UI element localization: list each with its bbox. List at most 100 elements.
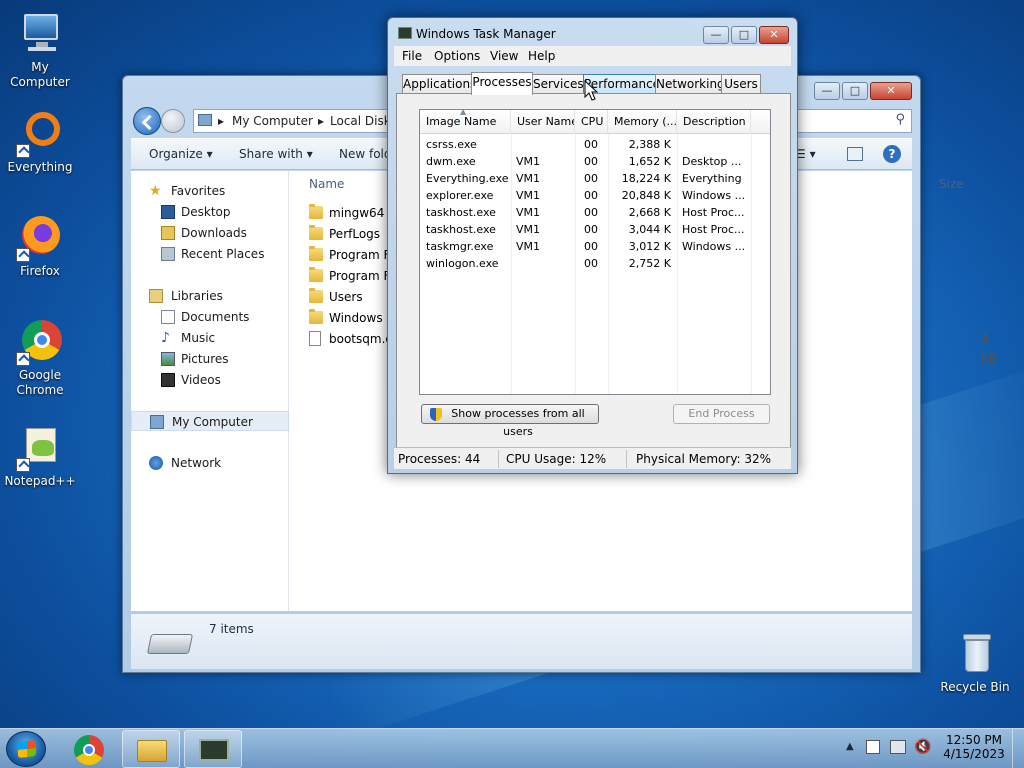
- nav-label: Videos: [181, 373, 221, 387]
- nav-recent-places[interactable]: Recent Places: [131, 244, 289, 264]
- start-button[interactable]: [6, 731, 46, 767]
- status-cpu-usage: CPU Usage: 12%: [506, 452, 607, 466]
- process-row[interactable]: dwm.exe VM1 00 1,652 K Desktop ...: [420, 153, 770, 170]
- desktop-icon-notepadpp[interactable]: Notepad++: [0, 424, 80, 489]
- column-header-name[interactable]: Name: [309, 177, 344, 191]
- show-hidden-icons-icon[interactable]: ▲: [846, 741, 854, 752]
- organize-button[interactable]: Organize ▾: [149, 147, 213, 161]
- process-row[interactable]: taskhost.exe VM1 00 3,044 K Host Proc...: [420, 221, 770, 238]
- process-memory: 18,224 K: [621, 172, 671, 185]
- nav-label: Pictures: [181, 352, 229, 366]
- status-divider: [626, 450, 627, 468]
- menu-help[interactable]: Help: [528, 49, 555, 63]
- taskbar-taskmgr-button[interactable]: [184, 730, 242, 768]
- explorer-minimize-button[interactable]: —: [814, 82, 840, 100]
- tab-networking[interactable]: Networking: [655, 74, 725, 94]
- clock-date: 4/15/2023: [943, 747, 1005, 761]
- column-user-name[interactable]: User Name: [511, 110, 575, 134]
- desktop-icon-recycle-bin[interactable]: Recycle Bin: [935, 630, 1015, 695]
- share-with-button[interactable]: Share with ▾: [239, 147, 313, 161]
- menu-view[interactable]: View: [490, 49, 518, 63]
- column-memory[interactable]: Memory (...: [608, 110, 677, 134]
- search-input[interactable]: ⚲: [792, 109, 912, 133]
- folder-icon: [309, 309, 323, 324]
- back-button[interactable]: [133, 107, 161, 135]
- process-memory: 2,752 K: [628, 257, 671, 270]
- column-description[interactable]: Description: [677, 110, 751, 134]
- file-name: Windows: [329, 311, 383, 325]
- breadcrumb-local-disk[interactable]: Local Disk: [330, 114, 391, 128]
- breadcrumb-sep-icon: ▸: [318, 114, 325, 128]
- action-center-icon[interactable]: [866, 740, 880, 754]
- column-header-size[interactable]: Size: [939, 177, 964, 191]
- nav-network[interactable]: Network: [131, 453, 289, 473]
- breadcrumb-my-computer[interactable]: My Computer: [232, 114, 313, 128]
- process-list[interactable]: Image Name User Name CPU Memory (... Des…: [419, 107, 771, 395]
- menu-options[interactable]: Options: [434, 49, 480, 63]
- tab-applications[interactable]: Applications: [402, 74, 476, 94]
- end-process-button[interactable]: End Process: [673, 404, 770, 424]
- process-cpu: 00: [584, 223, 598, 236]
- explorer-caption-buttons: — □ ✕: [812, 82, 912, 100]
- nav-videos[interactable]: Videos: [131, 370, 289, 390]
- clock[interactable]: 12:50 PM 4/15/2023: [940, 733, 1008, 761]
- taskmgr-minimize-button[interactable]: —: [703, 26, 729, 44]
- explorer-close-button[interactable]: ✕: [870, 82, 912, 100]
- volume-muted-icon[interactable]: 🔇: [914, 739, 931, 755]
- process-row[interactable]: csrss.exe 00 2,388 K: [420, 136, 770, 153]
- new-folder-button[interactable]: New fold: [339, 147, 392, 161]
- process-row[interactable]: explorer.exe VM1 00 20,848 K Windows ...: [420, 187, 770, 204]
- folder-icon: [309, 204, 323, 219]
- taskbar-explorer-button[interactable]: [122, 730, 180, 768]
- process-image: csrss.exe: [426, 138, 477, 151]
- desktop-icon-label: Google Chrome: [16, 368, 64, 397]
- view-options-icon[interactable]: ☰ ▾: [795, 147, 816, 161]
- desktop-icon-my-computer[interactable]: My Computer: [0, 10, 80, 90]
- nav-label: Network: [171, 456, 222, 470]
- task-manager-icon: [398, 27, 412, 39]
- desktop-icon-everything[interactable]: Everything: [0, 110, 80, 175]
- process-row[interactable]: Everything.exe VM1 00 18,224 K Everythin…: [420, 170, 770, 187]
- forward-button[interactable]: [161, 109, 185, 133]
- network-icon: [149, 456, 163, 470]
- address-bar[interactable]: ▸ My Computer ▸ Local Disk: [193, 109, 393, 133]
- show-all-processes-button[interactable]: Show processes from all users: [421, 404, 599, 438]
- window-title: Windows Task Manager: [416, 27, 556, 41]
- process-user: VM1: [516, 172, 541, 185]
- nav-documents[interactable]: Documents: [131, 307, 289, 327]
- process-memory: 3,044 K: [628, 223, 671, 236]
- network-tray-icon[interactable]: [890, 740, 906, 754]
- desktop-icon-firefox[interactable]: Firefox: [0, 214, 80, 279]
- preview-pane-icon[interactable]: [847, 147, 863, 161]
- nav-music[interactable]: ♪ Music: [131, 328, 289, 348]
- nav-favorites[interactable]: ★ Favorites: [131, 181, 289, 201]
- column-cpu[interactable]: CPU: [575, 110, 608, 134]
- desktop-icon-chrome[interactable]: Google Chrome: [0, 318, 80, 398]
- nav-downloads[interactable]: Downloads: [131, 223, 289, 243]
- process-cpu: 00: [584, 206, 598, 219]
- menu-file[interactable]: File: [402, 49, 422, 63]
- music-icon: ♪: [161, 330, 170, 346]
- nav-pictures[interactable]: Pictures: [131, 349, 289, 369]
- close-icon: ✕: [769, 28, 779, 41]
- explorer-maximize-button[interactable]: □: [842, 82, 868, 100]
- tab-users[interactable]: Users: [721, 74, 761, 94]
- nav-desktop[interactable]: Desktop: [131, 202, 289, 222]
- process-row[interactable]: taskhost.exe VM1 00 2,668 K Host Proc...: [420, 204, 770, 221]
- nav-libraries[interactable]: Libraries: [131, 286, 289, 306]
- process-row[interactable]: taskmgr.exe VM1 00 3,012 K Windows ...: [420, 238, 770, 255]
- file-name: Program Fi: [329, 248, 393, 262]
- help-icon[interactable]: ?: [883, 145, 901, 163]
- taskbar-chrome-button[interactable]: [60, 730, 118, 768]
- tab-services[interactable]: Services: [532, 74, 584, 94]
- process-row[interactable]: winlogon.exe 00 2,752 K: [420, 255, 770, 272]
- tab-processes[interactable]: Processes: [471, 72, 533, 95]
- process-image: winlogon.exe: [426, 257, 499, 270]
- process-image: taskhost.exe: [426, 223, 496, 236]
- taskmgr-maximize-button[interactable]: □: [731, 26, 757, 44]
- taskmgr-close-button[interactable]: ✕: [759, 26, 789, 44]
- nav-my-computer[interactable]: My Computer: [131, 411, 289, 431]
- show-desktop-button[interactable]: [1012, 729, 1024, 768]
- chrome-center-icon: [83, 744, 95, 756]
- taskmgr-caption-buttons: — □ ✕: [701, 26, 789, 44]
